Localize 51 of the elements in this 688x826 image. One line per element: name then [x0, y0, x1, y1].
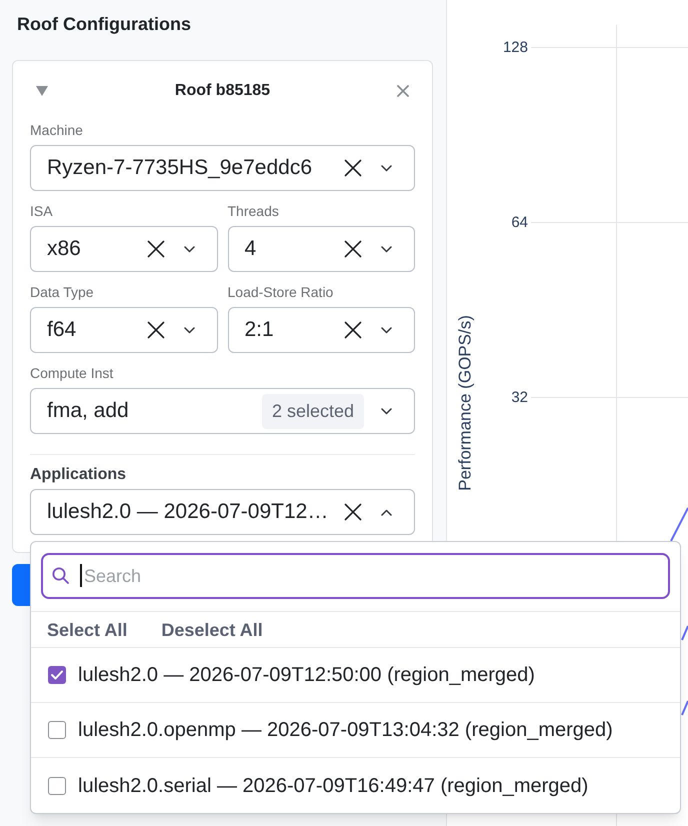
y-axis-title: Performance (GOPS/s)	[456, 315, 474, 491]
text-button[interactable]: Select All	[47, 618, 128, 640]
field-label: Load-Store Ratio	[228, 283, 334, 301]
field-label: Machine	[30, 121, 83, 139]
select-field[interactable]: Ryzen-7-7735HS_9e7eddc6	[30, 145, 415, 191]
field-label: Threads	[228, 202, 279, 220]
y-tick-label: 128	[502, 39, 528, 56]
clear-icon[interactable]	[344, 240, 362, 258]
option-label[interactable]: lulesh2.0.openmp — 2026-07-09T13:04:32 (region_merged)	[78, 718, 613, 742]
panel-title: Roof Configurations	[17, 13, 191, 36]
text-button[interactable]: Deselect All	[161, 618, 263, 640]
close-icon[interactable]	[397, 85, 409, 97]
caret-down-icon[interactable]	[36, 86, 48, 96]
clear-icon[interactable]	[344, 321, 362, 339]
select-field[interactable]: f64	[30, 307, 218, 353]
text-cursor	[80, 564, 82, 587]
select-field[interactable]: x86	[30, 226, 218, 272]
search-field[interactable]: Search	[41, 553, 670, 599]
chevron-up-icon[interactable]	[381, 508, 392, 516]
plot-line	[670, 508, 688, 542]
plot-line	[681, 700, 688, 716]
search-icon	[52, 567, 69, 584]
select-field[interactable]: 2:1	[228, 307, 415, 353]
y-tick-label: 64	[511, 214, 528, 231]
clear-icon[interactable]	[344, 159, 362, 177]
checkmark-icon	[51, 670, 63, 680]
chevron-down-icon[interactable]	[381, 326, 392, 334]
y-tick-label: 32	[511, 389, 528, 406]
option-label[interactable]: lulesh2.0 — 2026-07-09T12:50:00 (region_merged)	[78, 663, 535, 687]
field-label: Applications	[30, 465, 126, 485]
chevron-down-icon[interactable]	[381, 164, 392, 172]
clear-icon[interactable]	[146, 240, 164, 258]
checkbox[interactable]	[48, 776, 66, 794]
clear-icon[interactable]	[344, 503, 362, 521]
checkbox[interactable]	[48, 721, 66, 739]
field-label: Compute Inst	[30, 364, 114, 382]
select-field[interactable]: lulesh2.0 — 2026-07-09T12…	[30, 489, 415, 535]
select-field[interactable]: 4	[228, 226, 415, 272]
field-label: Data Type	[30, 283, 94, 301]
selection-count-badge: 2 selected	[262, 394, 364, 428]
chevron-down-icon[interactable]	[184, 246, 194, 252]
field-label: ISA	[30, 202, 53, 220]
option-label[interactable]: lulesh2.0.serial — 2026-07-09T16:49:47 (region_merged)	[78, 774, 588, 798]
plot-line	[681, 626, 688, 640]
chevron-down-icon[interactable]	[184, 326, 194, 334]
chevron-down-icon[interactable]	[381, 246, 392, 252]
checkbox[interactable]	[48, 666, 66, 684]
card-title: Roof b85185	[174, 81, 270, 101]
chevron-down-icon[interactable]	[381, 408, 392, 414]
clear-icon[interactable]	[146, 321, 164, 339]
select-field[interactable]: fma, add 2 selected	[30, 388, 415, 434]
